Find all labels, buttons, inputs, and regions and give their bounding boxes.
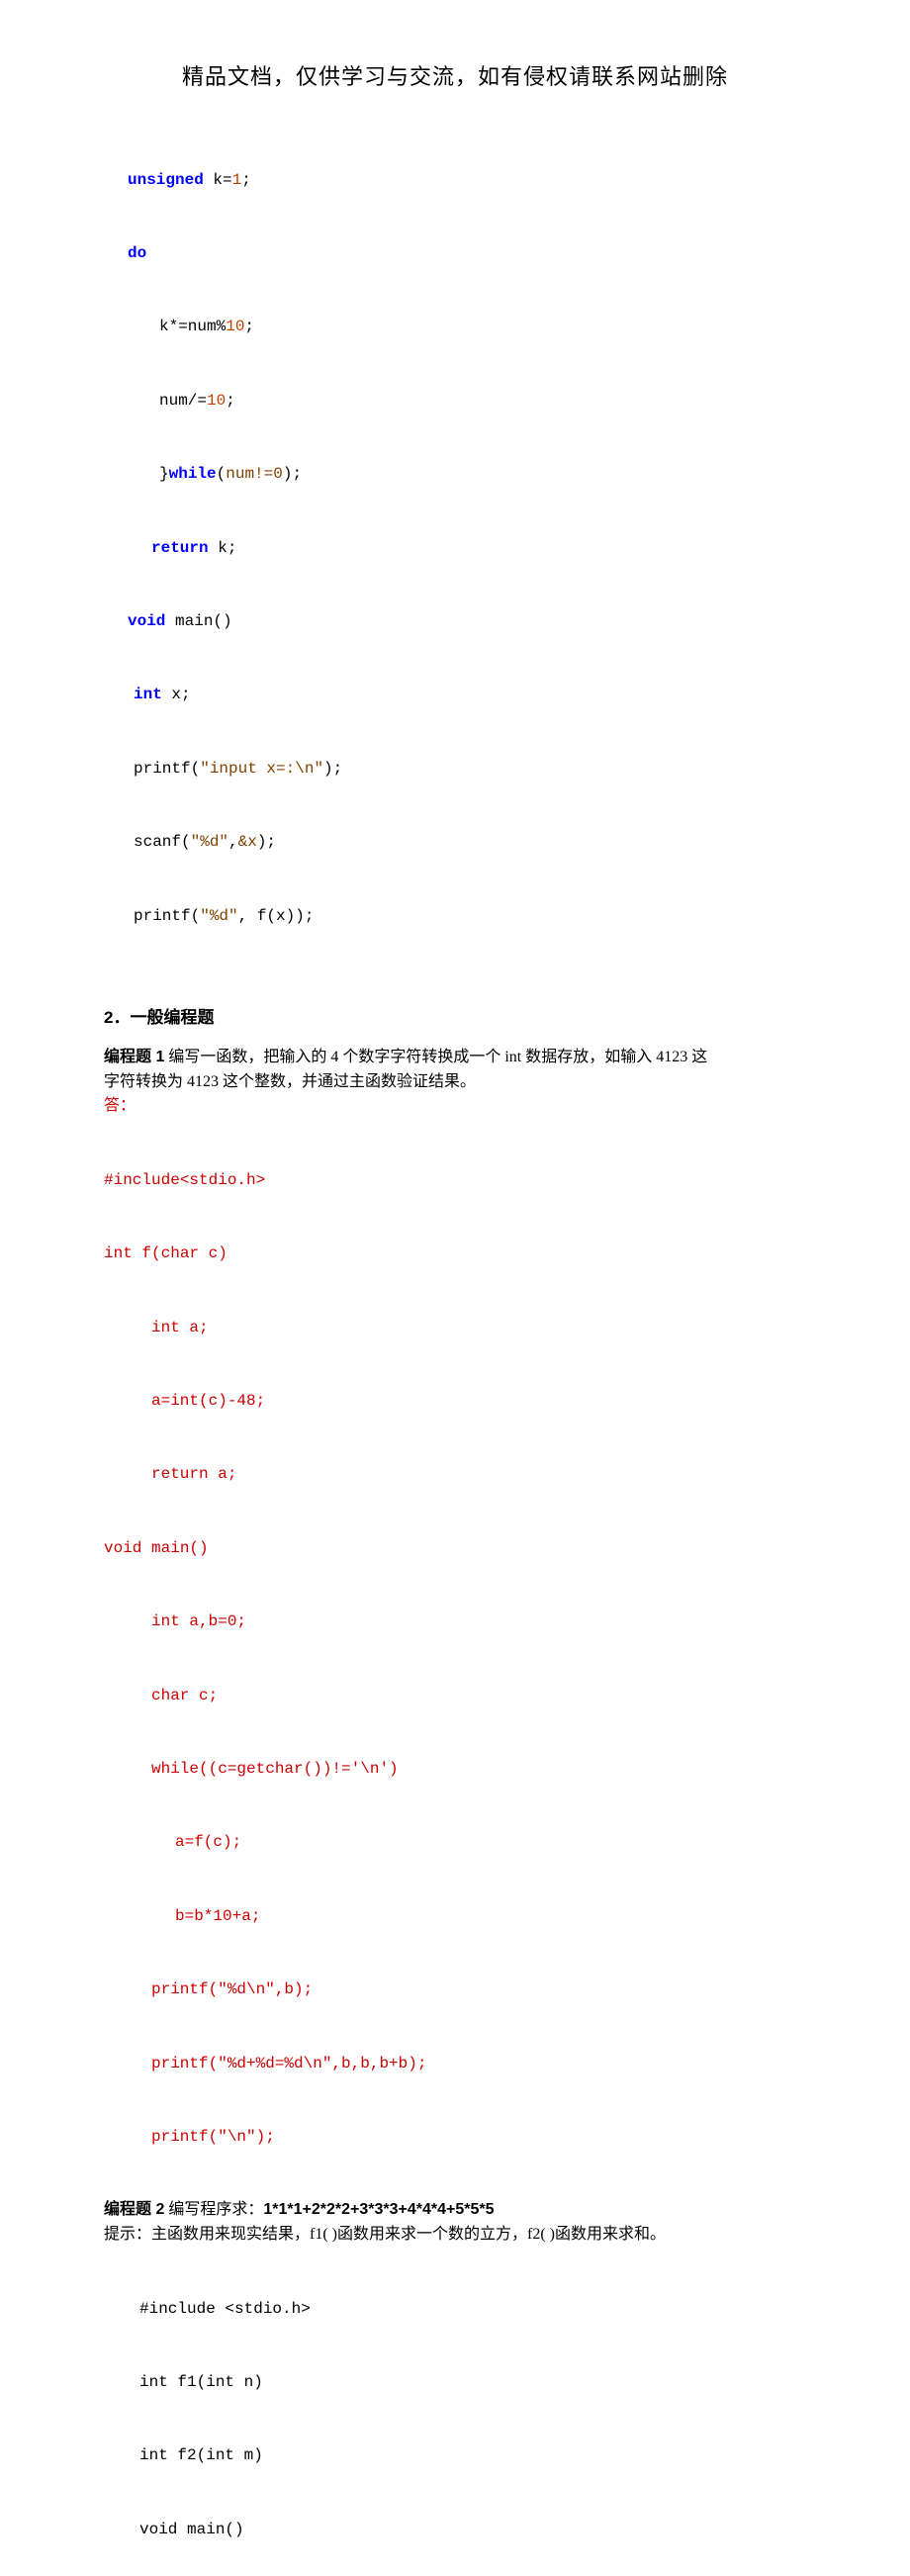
- document-page: 精品文档，仅供学习与交流，如有侵权请联系网站删除 unsigned k=1; d…: [0, 0, 910, 2576]
- string-literal: "%d": [191, 833, 228, 851]
- code-text: );: [283, 465, 302, 483]
- code-text: );: [257, 833, 276, 851]
- code-text: k=: [204, 171, 232, 189]
- code-text: num/=: [159, 392, 207, 410]
- code-line: a=f(c);: [104, 1830, 806, 1855]
- q1-desc-line2: 字符转换为 4123 这个整数，并通过主函数验证结果。: [104, 1070, 806, 1095]
- code-line: char c;: [104, 1684, 806, 1708]
- kw-while: while: [169, 465, 217, 483]
- section-2-title: 2．一般编程题: [104, 1003, 806, 1028]
- code-text: main(): [165, 612, 231, 630]
- code-line: b=b*10+a;: [104, 1904, 806, 1929]
- code-text: }: [159, 465, 169, 483]
- q1-desc: 编程题 1 编写一函数，把输入的 4 个数字字符转换成一个 int 数据存放，如…: [104, 1046, 806, 1070]
- code-text: k*=num%: [159, 318, 226, 335]
- q1-answer-label: 答：: [104, 1094, 806, 1119]
- literal-1: 1: [232, 171, 242, 189]
- code-text: ;: [226, 392, 235, 410]
- code-text: ,: [228, 833, 238, 851]
- code-line: return a;: [104, 1462, 806, 1487]
- code-line: void main(): [104, 1536, 806, 1561]
- kw-void: void: [128, 612, 165, 630]
- code-text: printf(: [134, 907, 200, 925]
- code-line: a=int(c)-48;: [104, 1389, 806, 1414]
- code-line: printf("\n");: [104, 2125, 806, 2150]
- literal-10: 10: [226, 318, 244, 335]
- code-line: int a;: [104, 1316, 806, 1340]
- code-text: ;: [241, 171, 251, 189]
- q2-expression: 1*1*1+2*2*2+3*3*3+4*4*4+5*5*5: [263, 2201, 494, 2218]
- code-text: scanf(: [134, 833, 191, 851]
- code-text: k;: [209, 539, 237, 557]
- kw-return: return: [151, 539, 209, 557]
- code-text: , f(x));: [238, 907, 315, 925]
- code-line: while((c=getchar())!='\n'): [104, 1757, 806, 1782]
- code-text: (: [217, 465, 227, 483]
- literal-10: 10: [207, 392, 226, 410]
- code-line: void main(): [104, 2518, 806, 2542]
- string-literal: "input x=:\n": [200, 760, 323, 778]
- code-text: x;: [162, 686, 191, 703]
- code-line: int f1(int n): [104, 2370, 806, 2395]
- q1-title: 编程题 1: [104, 1049, 164, 1065]
- code-text: );: [323, 760, 342, 778]
- addr-expr: &x: [238, 833, 257, 851]
- code-line: int a,b=0;: [104, 1610, 806, 1634]
- code-line: #include <stdio.h>: [104, 2297, 806, 2322]
- q2-given-code: #include <stdio.h> int f1(int n) int f2(…: [104, 2248, 806, 2576]
- string-literal: "%d": [200, 907, 237, 925]
- code-line: printf("%d+%d=%d\n",b,b,b+b);: [104, 2052, 806, 2076]
- q1-desc-line1: 编写一函数，把输入的 4 个数字字符转换成一个 int 数据存放，如输入 412…: [164, 1049, 707, 1065]
- code-block-top: unsigned k=1; do k*=num%10; num/=10; }wh…: [104, 119, 806, 977]
- code-text: printf(: [134, 760, 200, 778]
- code-line: printf("%d\n",b);: [104, 1978, 806, 2002]
- kw-unsigned: unsigned: [128, 171, 204, 189]
- kw-do: do: [128, 244, 146, 262]
- code-line: int f(char c): [104, 1242, 806, 1266]
- code-line: #include<stdio.h>: [104, 1168, 806, 1193]
- page-header: 精品文档，仅供学习与交流，如有侵权请联系网站删除: [104, 59, 806, 91]
- q2-desc-label: 编写程序求：: [164, 2201, 263, 2218]
- q1-code: #include<stdio.h> int f(char c) int a; a…: [104, 1119, 806, 2198]
- q2-title-line: 编程题 2 编写程序求：1*1*1+2*2*2+3*3*3+4*4*4+5*5*…: [104, 2198, 806, 2223]
- q2-hint: 提示：主函数用来现实结果，f1( )函数用来求一个数的立方，f2( )函数用来求…: [104, 2223, 806, 2248]
- code-text: ;: [244, 318, 254, 335]
- code-line: int f2(int m): [104, 2443, 806, 2468]
- kw-int: int: [134, 686, 162, 703]
- cond-expr: num!=0: [226, 465, 283, 483]
- q2-title: 编程题 2: [104, 2201, 164, 2218]
